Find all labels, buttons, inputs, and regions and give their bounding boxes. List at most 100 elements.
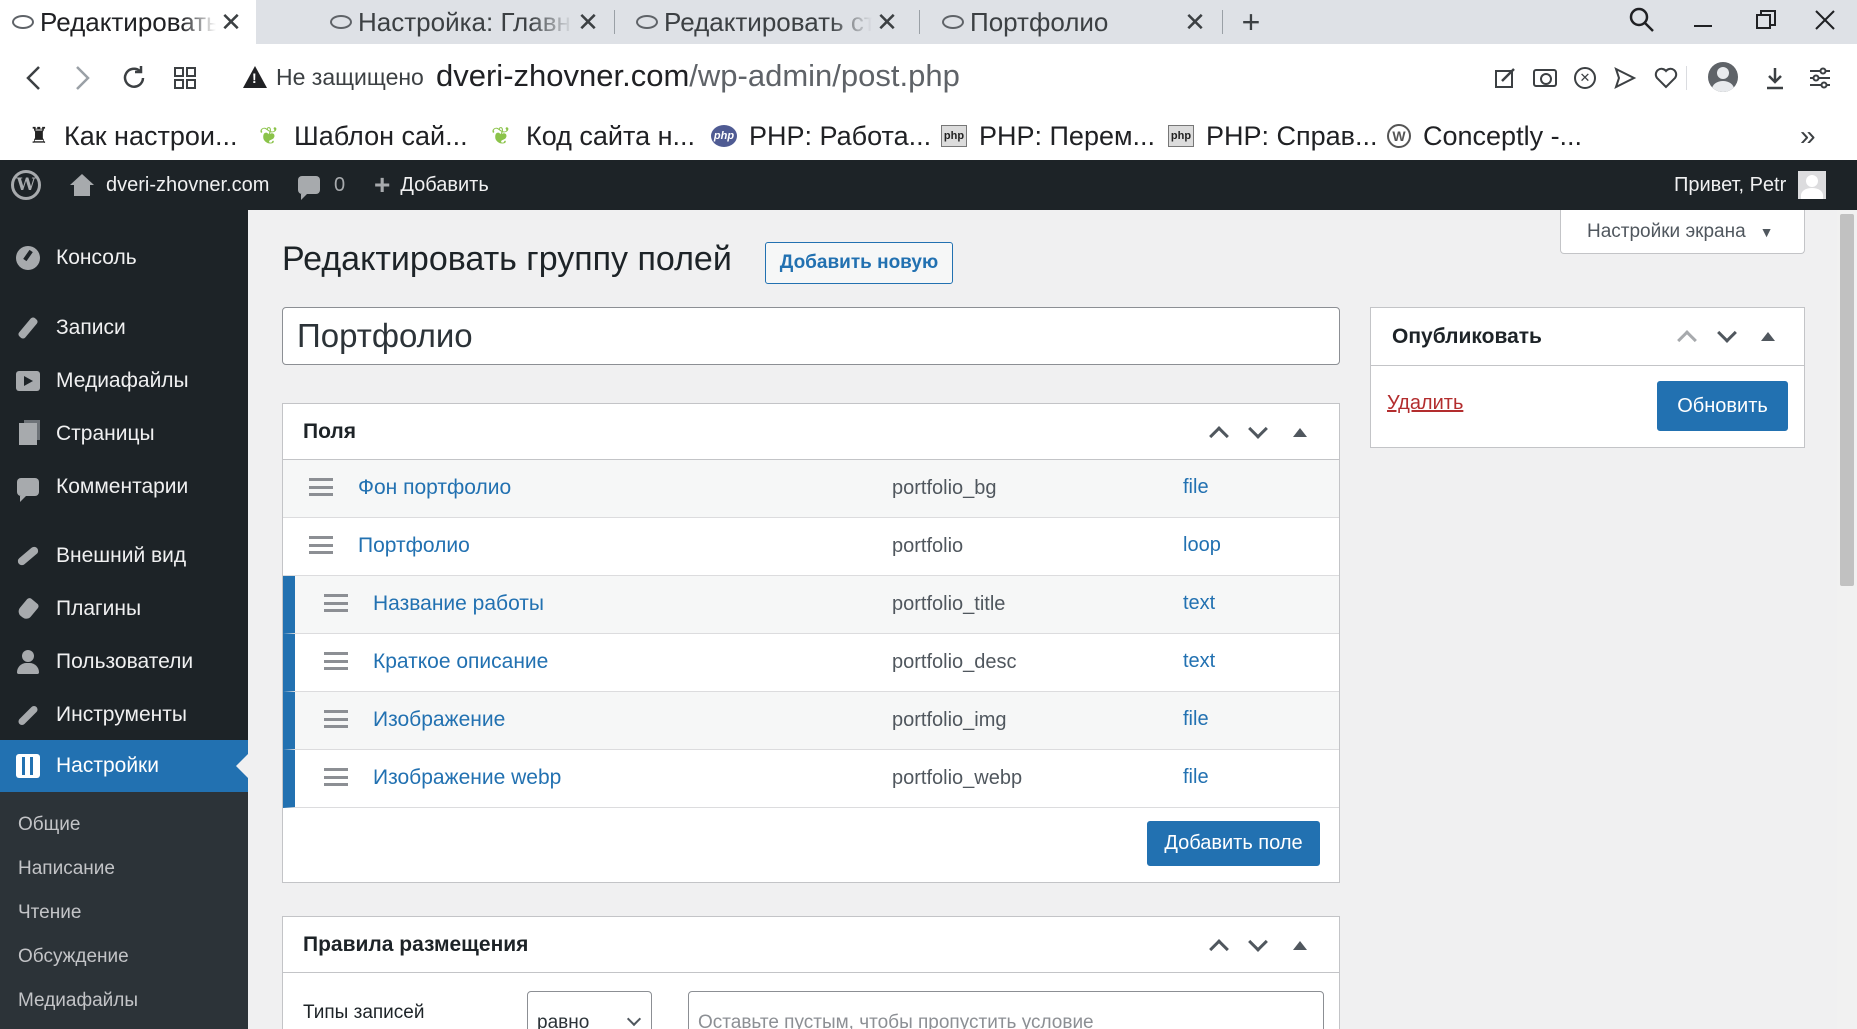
sidebar-item-dashboard[interactable]: Консоль <box>0 232 248 284</box>
submenu-discussion[interactable]: Обсуждение <box>18 946 129 968</box>
field-label-link[interactable]: Изображение webp <box>373 766 561 790</box>
more-bookmarks-icon[interactable]: » <box>1800 120 1816 152</box>
add-field-button[interactable]: Добавить поле <box>1147 821 1320 866</box>
comments-link[interactable]: 0 <box>298 160 345 210</box>
not-secure-warning-icon[interactable] <box>243 66 267 88</box>
drag-handle-icon[interactable] <box>309 536 333 554</box>
sidebar-item-appearance[interactable]: Внешний вид <box>0 530 248 582</box>
submenu-reading[interactable]: Чтение <box>18 902 81 924</box>
sidebar-item-settings[interactable]: Настройки <box>0 740 248 792</box>
sidebar-item-tools[interactable]: Инструменты <box>0 689 248 741</box>
sidebar-item-pages[interactable]: Страницы <box>0 408 248 460</box>
sidebar-item-users[interactable]: Пользователи <box>0 636 248 688</box>
drag-handle-icon[interactable] <box>309 478 333 496</box>
drag-handle-icon[interactable] <box>324 652 348 670</box>
drag-handle-icon[interactable] <box>324 768 348 786</box>
close-tab-icon[interactable]: ✕ <box>573 7 603 38</box>
field-label-link[interactable]: Краткое описание <box>373 650 548 674</box>
submenu-media[interactable]: Медиафайлы <box>18 990 138 1012</box>
submenu-general[interactable]: Общие <box>18 814 80 836</box>
sidebar-item-comments[interactable]: Комментарии <box>0 461 248 513</box>
field-label-link[interactable]: Портфолио <box>358 534 470 558</box>
add-new-link[interactable]: + Добавить <box>374 160 489 210</box>
rule-value-input[interactable]: Оставьте пустым, чтобы пропустить услови… <box>688 991 1324 1029</box>
screen-options-button[interactable]: Настройки экрана ▼ <box>1560 210 1805 254</box>
wordpress-logo-icon[interactable]: W <box>11 160 41 210</box>
update-button[interactable]: Обновить <box>1657 381 1788 431</box>
page-scrollbar[interactable] <box>1837 210 1857 1029</box>
bookmark-item[interactable]: ❦ Код сайта н... <box>488 112 695 160</box>
submenu-writing[interactable]: Написание <box>18 858 115 880</box>
browser-tab[interactable]: Редактировать ст ✕ <box>624 0 912 44</box>
table-row[interactable]: Изображение webp portfolio_webp file <box>283 750 1339 808</box>
delete-link[interactable]: Удалить <box>1387 392 1463 415</box>
move-down-chevron-icon[interactable] <box>1712 322 1742 350</box>
move-down-chevron-icon[interactable] <box>1243 418 1273 446</box>
edit-page-icon[interactable] <box>1485 58 1525 98</box>
url-path: /wp-admin/post.php <box>689 58 960 93</box>
table-row[interactable]: Фон портфолио portfolio_bg file <box>283 460 1339 518</box>
field-label-link[interactable]: Изображение <box>373 708 505 732</box>
profile-avatar-icon[interactable] <box>1708 62 1738 92</box>
scrollbar-thumb[interactable] <box>1840 214 1854 586</box>
minimize-icon[interactable] <box>1678 0 1728 40</box>
close-window-icon[interactable] <box>1800 0 1850 40</box>
close-tab-icon[interactable]: ✕ <box>872 7 902 38</box>
adblock-icon[interactable]: ✕ <box>1565 58 1605 98</box>
restore-window-icon[interactable] <box>1741 0 1791 40</box>
move-up-chevron-icon[interactable] <box>1204 418 1234 446</box>
browser-tab[interactable]: Портфолио ✕ <box>930 0 1220 44</box>
table-row[interactable]: Название работы portfolio_title text <box>283 576 1339 634</box>
bookmark-item[interactable]: php PHP: Работа... <box>711 112 931 160</box>
move-down-chevron-icon[interactable] <box>1243 931 1273 959</box>
table-row[interactable]: Краткое описание portfolio_desc text <box>283 634 1339 692</box>
account-menu[interactable]: Привет, Petr <box>1674 160 1827 210</box>
reload-icon[interactable] <box>114 44 154 112</box>
table-row[interactable]: Портфолио portfolio loop <box>283 518 1339 576</box>
rule-operator-value: равно <box>537 1012 590 1029</box>
bookmark-item[interactable]: W Conceptly -... <box>1387 112 1582 160</box>
close-tab-icon[interactable]: ✕ <box>1180 7 1210 38</box>
drag-handle-icon[interactable] <box>324 594 348 612</box>
drag-handle-icon[interactable] <box>324 710 348 728</box>
toggle-panel-triangle-icon[interactable] <box>1753 322 1783 350</box>
toggle-panel-triangle-icon[interactable] <box>1285 931 1315 959</box>
rule-operator-select[interactable]: равно <box>527 991 652 1029</box>
sidebar-item-label: Комментарии <box>56 475 189 498</box>
mug-icon: ♜ <box>29 123 49 148</box>
easy-setup-icon[interactable] <box>1800 58 1840 98</box>
download-icon[interactable] <box>1755 58 1795 98</box>
sidebar-item-label: Плагины <box>56 597 142 620</box>
table-row[interactable]: Изображение portfolio_img file <box>283 692 1339 750</box>
send-icon[interactable] <box>1605 58 1645 98</box>
browser-tab[interactable]: Настройка: Главн ✕ <box>318 0 613 44</box>
move-up-chevron-icon[interactable] <box>1672 322 1702 350</box>
speed-dial-grid-icon[interactable] <box>165 44 205 112</box>
toggle-panel-triangle-icon[interactable] <box>1285 418 1315 446</box>
bookmark-item[interactable]: ♜ Как настрои... <box>26 112 237 160</box>
sidebar-item-posts[interactable]: Записи <box>0 302 248 354</box>
group-title-input[interactable]: Портфолио <box>282 307 1340 365</box>
new-tab-plus-icon[interactable]: + <box>1233 0 1269 44</box>
back-icon[interactable] <box>14 44 54 112</box>
tab-search-icon[interactable] <box>1617 0 1667 40</box>
site-name-link[interactable]: dveri-zhovner.com <box>70 160 269 210</box>
bookmark-item[interactable]: php PHP: Справ... <box>1168 112 1378 160</box>
close-tab-icon[interactable]: ✕ <box>216 7 246 38</box>
bookmark-item[interactable]: ❦ Шаблон сай... <box>256 112 468 160</box>
browser-tab-active[interactable]: Редактировать гр ✕ <box>0 0 256 44</box>
sidebar-item-plugins[interactable]: Плагины <box>0 583 248 635</box>
field-label-link[interactable]: Фон портфолио <box>358 476 511 500</box>
bookmark-item[interactable]: php PHP: Перем... <box>941 112 1155 160</box>
pin-icon <box>14 316 42 340</box>
forward-icon[interactable] <box>62 44 102 112</box>
security-label[interactable]: Не защищено <box>276 64 424 91</box>
camera-icon[interactable] <box>1525 58 1565 98</box>
add-new-button[interactable]: Добавить новую <box>765 242 953 284</box>
sidebar-item-media[interactable]: Медиафайлы <box>0 355 248 407</box>
heart-icon[interactable] <box>1646 58 1686 98</box>
field-label-link[interactable]: Название работы <box>373 592 544 616</box>
url-field[interactable]: dveri-zhovner.com/wp-admin/post.php <box>436 58 960 94</box>
sidebar-item-label: Записи <box>56 316 126 339</box>
move-up-chevron-icon[interactable] <box>1204 931 1234 959</box>
